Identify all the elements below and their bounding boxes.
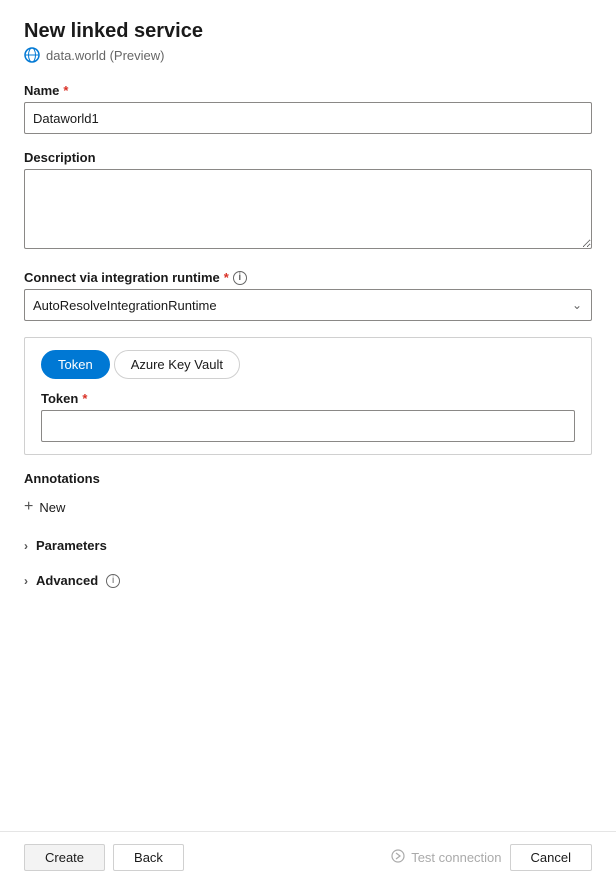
parameters-header[interactable]: › Parameters [24, 532, 107, 559]
advanced-chevron-icon: › [24, 574, 28, 588]
advanced-header[interactable]: › Advanced i [24, 567, 120, 594]
token-section: Token Azure Key Vault Token * [24, 337, 592, 455]
token-input[interactable] [41, 410, 575, 442]
runtime-select-wrapper: AutoResolveIntegrationRuntime ⌄ [24, 289, 592, 321]
add-annotation-button[interactable]: + New [24, 494, 65, 520]
runtime-select[interactable]: AutoResolveIntegrationRuntime [24, 289, 592, 321]
token-tab[interactable]: Token [41, 350, 110, 379]
annotations-label: Annotations [24, 471, 592, 486]
parameters-chevron-icon: › [24, 539, 28, 553]
token-required-star: * [82, 391, 87, 406]
name-required-star: * [63, 83, 68, 98]
name-field-group: Name * [24, 83, 592, 134]
runtime-field-group: Connect via integration runtime * i Auto… [24, 270, 592, 321]
create-button[interactable]: Create [24, 844, 105, 871]
cancel-button[interactable]: Cancel [510, 844, 592, 871]
new-linked-service-panel: New linked service data.world (Preview) … [0, 0, 616, 883]
parameters-section: › Parameters [24, 532, 592, 559]
add-new-label: New [39, 500, 65, 515]
runtime-label: Connect via integration runtime * i [24, 270, 592, 285]
description-textarea[interactable] [24, 169, 592, 249]
page-title: New linked service [24, 20, 592, 43]
advanced-section: › Advanced i [24, 567, 592, 594]
description-label: Description [24, 150, 592, 165]
runtime-info-icon[interactable]: i [233, 271, 247, 285]
back-button[interactable]: Back [113, 844, 184, 871]
test-connection-icon [391, 849, 405, 866]
name-label: Name * [24, 83, 592, 98]
token-label: Token * [41, 391, 575, 406]
panel-footer: Create Back Test connection Cancel [0, 831, 616, 883]
auth-tab-group: Token Azure Key Vault [41, 350, 575, 379]
panel-subtitle: data.world (Preview) [24, 47, 592, 63]
annotations-section: Annotations + New [24, 471, 592, 520]
test-connection-button[interactable]: Test connection [391, 849, 501, 866]
azure-key-vault-tab[interactable]: Azure Key Vault [114, 350, 240, 379]
plus-icon: + [24, 498, 33, 516]
name-input[interactable] [24, 102, 592, 134]
token-field-group: Token * [41, 391, 575, 442]
data-world-icon [24, 47, 40, 63]
subtitle-text: data.world (Preview) [46, 48, 165, 63]
panel-content: New linked service data.world (Preview) … [0, 0, 616, 831]
description-field-group: Description [24, 150, 592, 254]
runtime-required-star: * [224, 270, 229, 285]
test-connection-label: Test connection [411, 850, 501, 865]
advanced-label: Advanced [36, 573, 98, 588]
advanced-info-icon[interactable]: i [106, 574, 120, 588]
parameters-label: Parameters [36, 538, 107, 553]
